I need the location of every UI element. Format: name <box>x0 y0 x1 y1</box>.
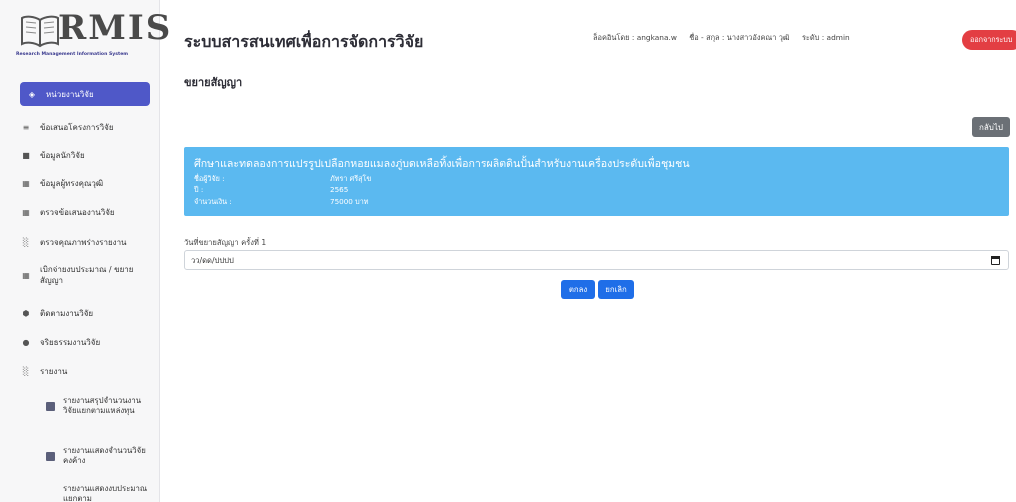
bar-chart-icon: ░ <box>22 367 30 376</box>
extension-date-label: วันที่ขยายสัญญา ครั้งที่ 1 <box>184 238 267 247</box>
logo-text: RMIS <box>58 8 173 48</box>
year-label: ปี : <box>194 185 204 194</box>
extension-date-input[interactable]: วว/ดด/ปปปป <box>184 250 1009 270</box>
sidebar-item-label: รายงาน <box>40 367 68 376</box>
sidebar-subitem-label: รายงานสรุปจำนวนงานวิจัยแยกตามแหล่งทุน <box>63 396 142 415</box>
back-button[interactable]: กลับไป <box>972 117 1010 137</box>
section-heading: ขยายสัญญา <box>184 76 243 89</box>
sidebar-item-research-unit[interactable]: ◈ หน่วยงานวิจัย <box>20 82 150 106</box>
sidebar-subitem-report-pending[interactable]: รายงานแสดงจำนวนวิจัยคงค้าง <box>46 446 150 466</box>
sidebar-item-experts[interactable]: ▦ ข้อมูลผู้ทรงคุณวุฒิ <box>20 177 150 190</box>
sidebar-item-label: ข้อเสนอโครงการวิจัย <box>40 123 114 132</box>
sidebar-item-label: ข้อมูลผู้ทรงคุณวุฒิ <box>40 179 104 188</box>
sidebar-item-label: ข้อมูลนักวิจัย <box>40 151 85 160</box>
report-icon <box>46 451 55 461</box>
report-icon <box>46 401 55 411</box>
sidebar-item-label: ตรวจคุณภาพร่างรายงาน <box>40 238 127 247</box>
sidebar-item-quality-check[interactable]: ░ ตรวจคุณภาพร่างรายงาน <box>20 236 150 249</box>
grid-icon: ▦ <box>22 179 30 188</box>
cube-icon: ⬢ <box>22 309 30 318</box>
sidebar-item-proposals[interactable]: ≡ ข้อเสนอโครงการวิจัย <box>20 121 150 134</box>
briefcase-icon: ■ <box>22 151 30 160</box>
sidebar-item-review-proposals[interactable]: ▦ ตรวจข้อเสนองานวิจัย <box>20 206 150 219</box>
sidebar-subitem-label: รายงานแสดงงบประมาณแยกตาม <box>63 484 148 502</box>
user-name-text: ชื่อ - สกุล : นางสาวอังคณา วุฒิ <box>689 33 790 42</box>
logo-subtitle: Research Management Information System <box>16 52 129 57</box>
layers-icon: ≡ <box>22 123 30 132</box>
sidebar-item-label: เบิกจ่ายงบประมาณ / ขยายสัญญา <box>40 265 134 285</box>
sidebar-item-ethics[interactable]: ● จริยธรรมงานวิจัย <box>20 336 150 349</box>
user-level-text: ระดับ : admin <box>801 33 850 42</box>
project-title: ศึกษาและทดลองการแปรรูปเปลือกหอยแมลงภู่บด… <box>194 158 690 170</box>
bar-chart-icon: ░ <box>22 238 30 247</box>
sidebar-item-label: จริยธรรมงานวิจัย <box>40 338 101 347</box>
page-title: ระบบสารสนเทศเพื่อการจัดการวิจัย <box>184 32 424 51</box>
sidebar-item-reports[interactable]: ░ รายงาน <box>20 365 150 378</box>
project-info-card: ศึกษาและทดลองการแปรรูปเปลือกหอยแมลงภู่บด… <box>184 147 1009 216</box>
book-logo-icon <box>21 15 59 48</box>
calendar-icon[interactable] <box>991 256 1000 265</box>
sidebar-item-budget[interactable]: ▦ เบิกจ่ายงบประมาณ / ขยายสัญญา <box>20 264 150 286</box>
cancel-button[interactable]: ยกเลิก <box>598 280 634 299</box>
sidebar-subitem-report-by-fund[interactable]: รายงานสรุปจำนวนงานวิจัยแยกตามแหล่งทุน <box>46 396 150 416</box>
sidebar-item-researchers[interactable]: ■ ข้อมูลนักวิจัย <box>20 149 150 162</box>
sidebar-item-label: ติดตามงานวิจัย <box>40 309 94 318</box>
amount-label: จำนวนเงิน : <box>194 197 232 206</box>
drop-icon: ● <box>22 338 30 347</box>
sidebar-item-label: ตรวจข้อเสนองานวิจัย <box>40 208 115 217</box>
sidebar-item-label: หน่วยงานวิจัย <box>46 89 94 99</box>
sidebar-item-tracking[interactable]: ⬢ ติดตามงานวิจัย <box>20 307 150 320</box>
year-value: 2565 <box>330 185 349 194</box>
researcher-value: ภัทรา ศรีสุโข <box>330 174 372 183</box>
ok-button[interactable]: ตกลง <box>561 280 595 299</box>
sidebar-subitem-report-budget[interactable]: รายงานแสดงงบประมาณแยกตาม <box>46 484 150 502</box>
date-placeholder: วว/ดด/ปปปป <box>191 256 234 265</box>
login-text: ล็อคอินโดย : angkana.w <box>593 33 677 42</box>
sidebar: RMIS Research Management Information Sys… <box>0 0 170 502</box>
sidebar-subitem-label: รายงานแสดงจำนวนวิจัยคงค้าง <box>63 446 146 465</box>
grid-icon: ▦ <box>22 208 30 217</box>
user-info: ล็อคอินโดย : angkana.w ชื่อ - สกุล : นาง… <box>593 32 860 44</box>
amount-value: 75000 บาท <box>330 197 369 206</box>
layers-icon: ◈ <box>28 89 36 99</box>
logo: RMIS Research Management Information Sys… <box>14 8 170 66</box>
grid-icon: ▦ <box>22 270 30 280</box>
researcher-label: ชื่อผู้วิจัย : <box>194 174 225 183</box>
logout-button[interactable]: ออกจากระบบ <box>962 30 1016 50</box>
